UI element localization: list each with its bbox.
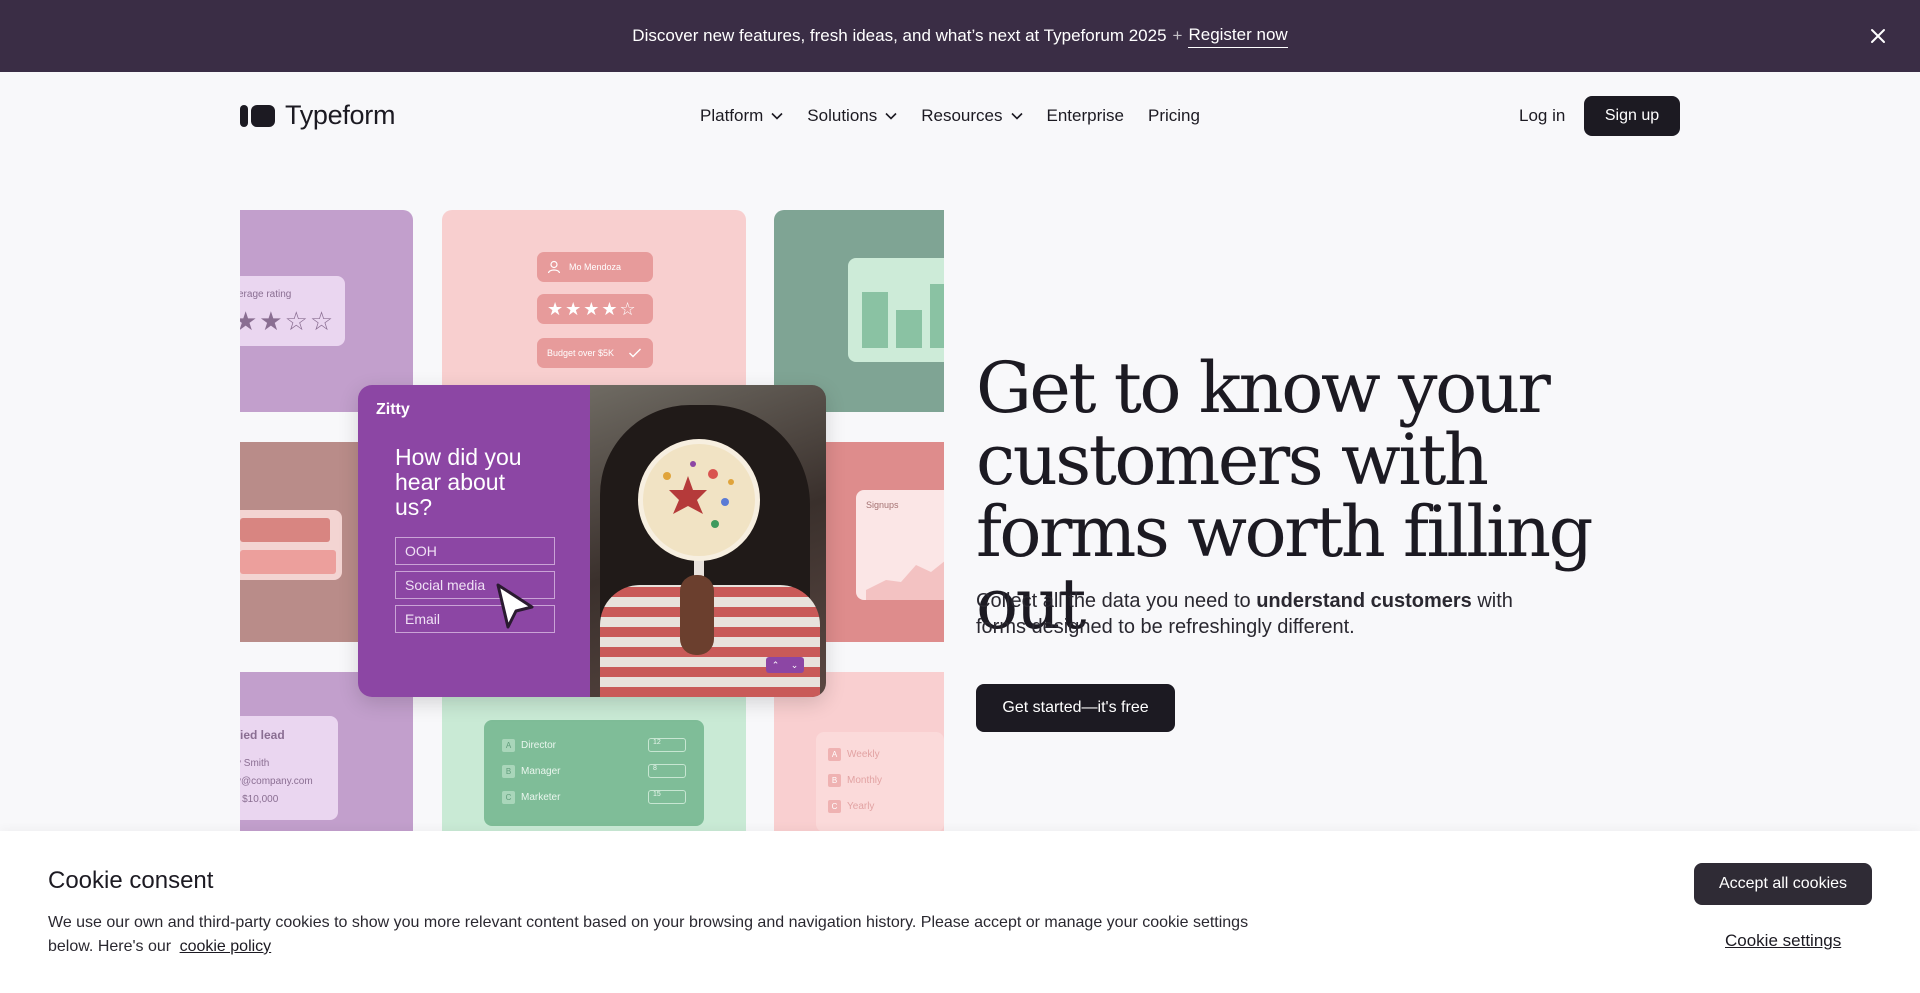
lead-line: y@company.com	[240, 776, 313, 787]
role-row: B Manager 8	[502, 762, 686, 780]
budget-pill: Budget over $5K	[537, 338, 653, 368]
frequency-card: A Weekly B Monthly C Yearly	[816, 732, 944, 832]
rating-label: erage rating	[240, 289, 292, 300]
role-label: Director	[521, 739, 557, 751]
chevron-down-icon	[885, 112, 897, 120]
chevron-down-icon: ⌄	[790, 659, 799, 670]
role-row: A Director 12	[502, 736, 686, 754]
sample-form-card: Zitty How did you hear about us? OOH Soc…	[358, 385, 826, 697]
option-key: A	[502, 738, 515, 752]
frequency-label: Yearly	[847, 801, 875, 812]
announcement-separator: +	[1172, 26, 1183, 45]
login-link[interactable]: Log in	[1519, 106, 1565, 126]
check-icon	[629, 348, 642, 358]
option-key: C	[502, 790, 515, 804]
nav-label: Platform	[700, 106, 764, 125]
nav-label: Solutions	[807, 106, 878, 125]
lead-card: fied lead y Smith y@company.com - $10,00…	[240, 716, 338, 820]
site-header: Typeform Platform Solutions Resources En…	[0, 72, 1920, 160]
chart-bar	[896, 310, 922, 348]
register-now-link[interactable]: Register now	[1188, 25, 1288, 48]
signups-label: Signups	[866, 500, 899, 510]
frequency-row: C Yearly	[828, 800, 874, 813]
stars-pill: ★★★★☆	[537, 294, 653, 324]
form-question-panel: Zitty How did you hear about us? OOH Soc…	[358, 385, 590, 697]
chart-bar	[930, 284, 944, 348]
nav-solutions[interactable]: Solutions	[807, 106, 897, 126]
chevron-down-icon	[771, 112, 783, 120]
nav-resources[interactable]: Resources	[921, 106, 1023, 126]
photo-shape	[680, 575, 714, 655]
option-key: A	[828, 748, 841, 761]
close-icon[interactable]	[1864, 22, 1892, 50]
user-icon	[547, 260, 561, 274]
cookie-title: Cookie consent	[48, 867, 214, 894]
nav-label: Enterprise	[1046, 106, 1124, 125]
frequency-row: B Monthly	[828, 774, 882, 787]
bars-card	[240, 510, 342, 580]
nav-label: Resources	[921, 106, 1003, 125]
typeform-logo-icon	[240, 104, 275, 127]
hero-image-collage: erage rating ★★☆☆ Mo Mendoza ★★★★☆ Budge…	[240, 210, 944, 832]
cookie-text: We use our own and third-party cookies t…	[48, 911, 1288, 959]
nav-enterprise[interactable]: Enterprise	[1047, 106, 1124, 126]
lollipop-shape	[638, 439, 760, 561]
name-pill: Mo Mendoza	[537, 252, 653, 282]
main-nav: Platform Solutions Resources Enterprise …	[700, 106, 1200, 126]
cookie-consent-banner: Cookie consent We use our own and third-…	[0, 831, 1920, 993]
typeform-logo[interactable]: Typeform	[240, 100, 395, 131]
nav-label: Pricing	[1147, 106, 1200, 125]
cookie-settings-link[interactable]: Cookie settings	[1725, 931, 1841, 951]
role-label: Manager	[521, 765, 561, 777]
form-brand: Zitty	[376, 401, 410, 418]
role-row: C Marketer 15	[502, 788, 686, 806]
form-photo: ⌃ ⌄	[590, 385, 826, 697]
get-started-button[interactable]: Get started—it's free	[976, 684, 1175, 732]
form-option: OOH	[395, 537, 555, 565]
lead-title: fied lead	[240, 728, 285, 742]
lead-line: y Smith	[240, 758, 270, 769]
announcement-text: Discover new features, fresh ideas, and …	[632, 26, 1167, 45]
role-label: Marketer	[521, 791, 561, 803]
budget-pill-text: Budget over $5K	[547, 348, 615, 358]
chevron-up-icon: ⌃	[771, 659, 780, 670]
option-key: B	[502, 764, 515, 778]
announcement-bar: Discover new features, fresh ideas, and …	[0, 0, 1920, 72]
role-value: 12	[648, 738, 686, 752]
area-chart-icon	[866, 561, 944, 600]
role-value: 15	[648, 790, 686, 804]
bar	[240, 550, 336, 574]
accept-all-cookies-button[interactable]: Accept all cookies	[1694, 863, 1872, 905]
role-value: 8	[648, 764, 686, 778]
cookie-policy-link[interactable]: cookie policy	[180, 938, 272, 955]
subtitle-text: Collect all the data you need to	[976, 590, 1257, 612]
frequency-label: Monthly	[847, 775, 883, 786]
form-nav-arrows: ⌃ ⌄	[766, 657, 804, 673]
hero-subtitle: Collect all the data you need to underst…	[976, 588, 1536, 640]
nav-platform[interactable]: Platform	[700, 106, 783, 126]
form-question: How did you hear about us?	[395, 444, 522, 520]
lead-line: - $10,000	[240, 794, 279, 805]
nav-pricing[interactable]: Pricing	[1148, 106, 1200, 126]
chevron-down-icon	[1010, 112, 1023, 120]
role-card: A Director 12 B Manager 8 C Marketer 15	[484, 720, 704, 826]
name-pill-text: Mo Mendoza	[569, 262, 622, 272]
lollipop-decoration	[663, 461, 734, 528]
pointer-cursor-icon	[496, 583, 534, 629]
subtitle-emphasis: understand customers	[1256, 590, 1472, 612]
bar-chart-card	[848, 258, 944, 362]
bar	[240, 518, 330, 542]
option-key: C	[828, 800, 841, 813]
option-key: B	[828, 774, 841, 787]
chart-bar	[862, 292, 888, 348]
rating-card: erage rating ★★☆☆	[240, 276, 345, 346]
signup-button[interactable]: Sign up	[1584, 96, 1680, 136]
star-rating-icons: ★★☆☆	[240, 306, 336, 336]
signups-card: Signups	[856, 490, 944, 600]
logo-wordmark: Typeform	[285, 100, 396, 130]
frequency-row: A Weekly	[828, 748, 880, 761]
star-rating-icons: ★★★★☆	[547, 298, 638, 319]
frequency-label: Weekly	[847, 749, 880, 760]
